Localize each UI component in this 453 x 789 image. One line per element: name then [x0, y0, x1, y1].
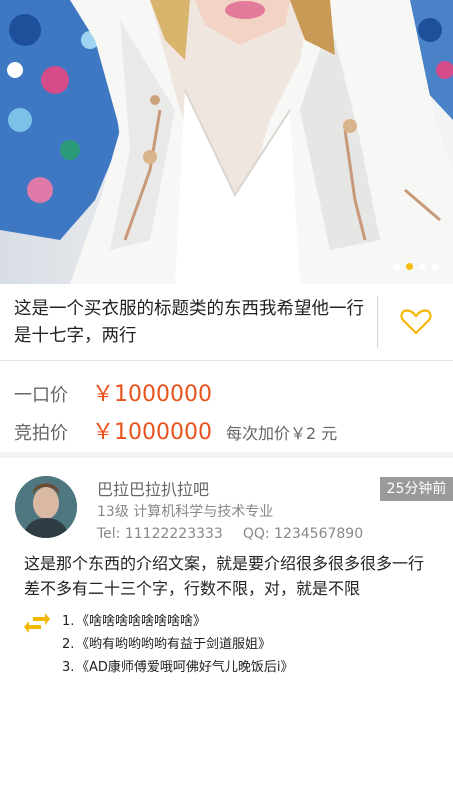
related-link-item[interactable]: 3. 《AD康师傅爱哦呵佛好气儿晚饭后i》: [62, 656, 294, 679]
related-links-list: 1. 《啥啥啥啥啥啥啥啥》 2. 《哟有哟哟哟哟有益于剑道服姐》 3. 《AD康师傅爱…: [62, 610, 294, 679]
section-divider: [0, 452, 453, 458]
title-section: 这是一个买衣服的标题类的东西我希望他一行是十七字，两行: [0, 284, 453, 361]
item-description: 这是那个东西的介绍文案，就是要介绍很多很多很多一行差不多有二十三个字，行数不限，…: [24, 554, 425, 598]
carousel-dot[interactable]: [419, 263, 426, 270]
carousel-dot[interactable]: [432, 263, 439, 270]
carousel-dot[interactable]: [406, 263, 413, 270]
posted-time-badge: 25分钟前: [380, 477, 453, 501]
seller-tel[interactable]: Tel: 11122223333: [97, 526, 223, 542]
bid-price-value: ￥1000000: [92, 420, 212, 445]
carousel-indicators: [393, 263, 439, 270]
seller-qq[interactable]: QQ: 1234567890: [243, 526, 363, 542]
item-title: 这是一个买衣服的标题类的东西我希望他一行是十七字，两行: [14, 299, 364, 346]
related-link-item[interactable]: 2. 《哟有哟哟哟哟有益于剑道服姐》: [62, 633, 294, 656]
fixed-price-label: 一口价: [14, 385, 68, 406]
bid-price-row: 竞拍价 ￥1000000 每次加价￥2 元: [14, 414, 337, 446]
fixed-price-value: ￥1000000: [92, 382, 212, 407]
bid-increment-text: 每次加价￥2 元: [225, 424, 338, 443]
seller-name: 巴拉巴拉扒拉吧: [97, 480, 210, 499]
vertical-divider: [377, 296, 378, 348]
heart-outline-icon: [400, 309, 432, 335]
swap-arrows-icon[interactable]: [23, 612, 51, 634]
seller-contact: Tel: 11122223333 QQ: 1234567890: [97, 526, 363, 542]
seller-avatar[interactable]: [15, 476, 77, 538]
product-image-carousel[interactable]: [0, 0, 453, 284]
carousel-dot[interactable]: [393, 263, 400, 270]
fixed-price-row: 一口价 ￥1000000: [14, 376, 212, 408]
seller-major: 13级 计算机科学与技术专业: [97, 504, 274, 520]
related-link-item[interactable]: 1. 《啥啥啥啥啥啥啥啥》: [62, 610, 294, 633]
bid-price-label: 竞拍价: [14, 423, 68, 444]
avatar-image: [15, 476, 77, 538]
product-photo: [0, 0, 453, 284]
favorite-button[interactable]: [400, 308, 432, 336]
